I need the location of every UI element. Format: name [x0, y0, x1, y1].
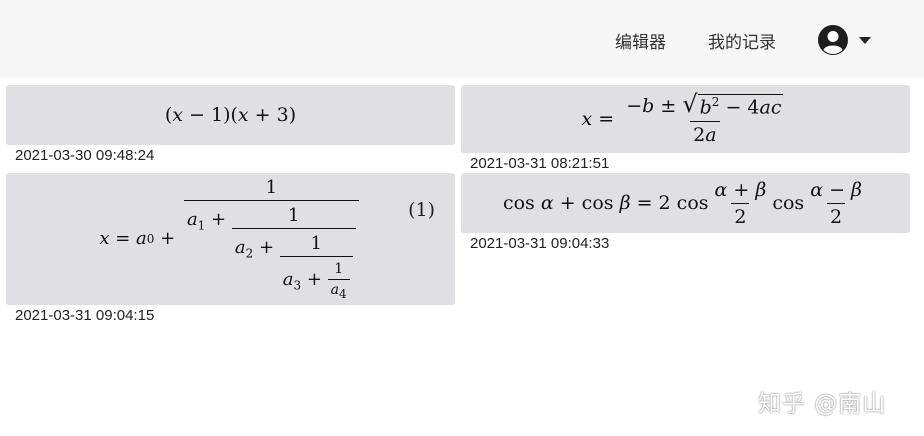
formula-timestamp: 2021-03-30 09:48:24	[15, 147, 155, 164]
equation-number: (1)	[408, 199, 435, 221]
formula-card[interactable]: (x − 1)(x + 3)	[6, 85, 455, 145]
formula-render: x = a0 + 1 a1 + 1 a2 + 1 a3 + 1 a4	[99, 177, 361, 301]
formula-render: cos α + cos β = 2 cos α + β 2 cos α − β2	[502, 178, 863, 228]
formula-timestamp: 2021-03-31 09:04:15	[15, 307, 155, 324]
watermark: 知乎 @南山	[758, 391, 887, 417]
formula-timestamp: 2021-03-31 08:21:51	[470, 155, 610, 172]
caret-down-icon	[859, 36, 871, 44]
user-menu-toggle[interactable]	[817, 24, 871, 56]
formula-card[interactable]: x = a0 + 1 a1 + 1 a2 + 1 a3 + 1 a4 (1)	[6, 173, 455, 305]
formula-render: x = −b ± √ b2 − 4ac 2a	[581, 90, 784, 146]
formula-card[interactable]: cos α + cos β = 2 cos α + β 2 cos α − β2	[461, 173, 910, 233]
top-navbar: 编辑器 我的记录	[0, 0, 924, 78]
nav-link-my-records[interactable]: 我的记录	[708, 28, 776, 53]
formula-timestamp: 2021-03-31 09:04:33	[470, 235, 610, 252]
nav-link-editor[interactable]: 编辑器	[615, 28, 666, 53]
formula-card[interactable]: x = −b ± √ b2 − 4ac 2a	[461, 85, 910, 153]
user-circle-icon	[818, 25, 848, 55]
formula-render: (x − 1)(x + 3)	[164, 104, 297, 126]
